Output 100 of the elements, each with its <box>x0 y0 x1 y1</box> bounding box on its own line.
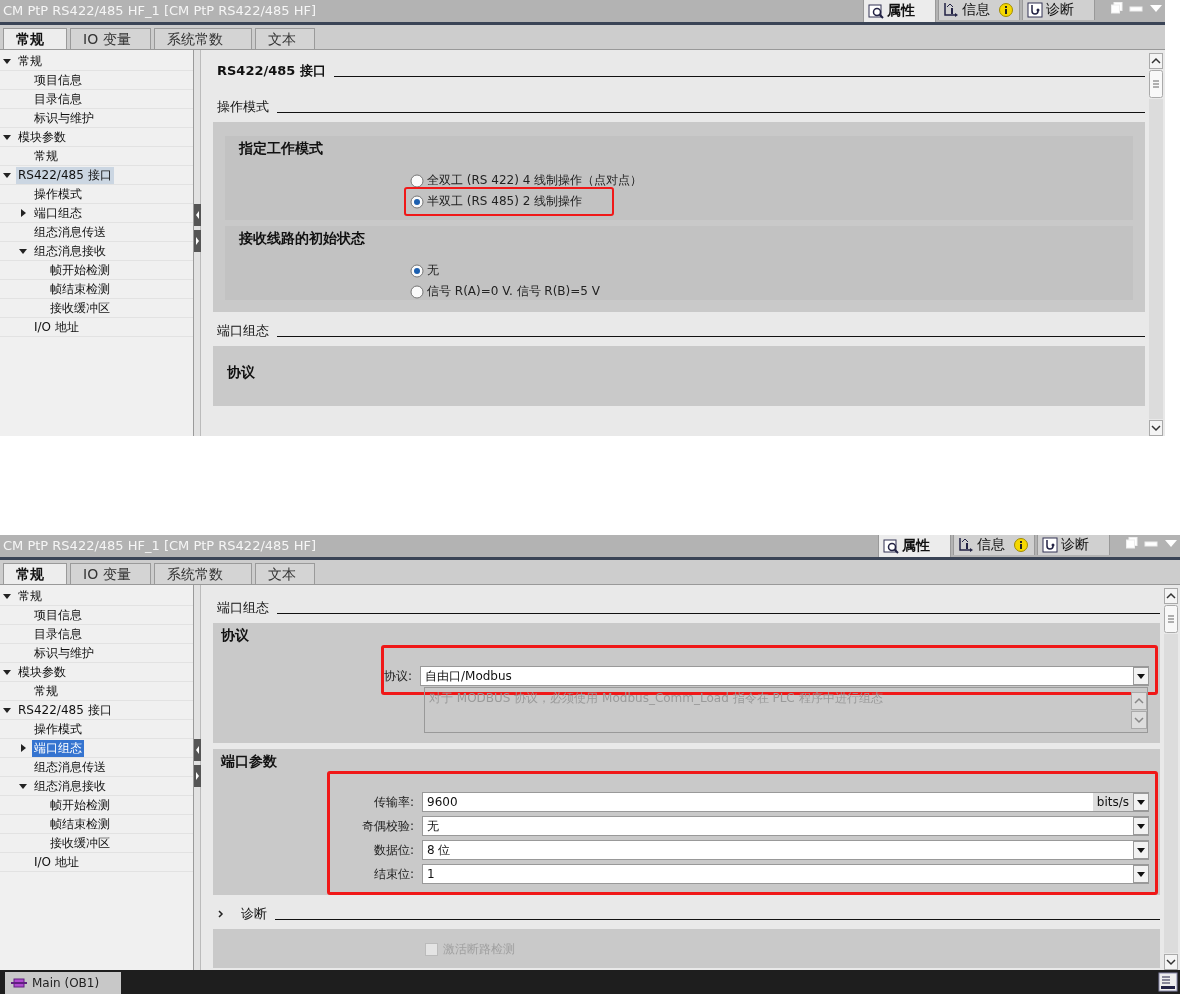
section-title: 端口组态 <box>217 322 269 340</box>
arrows-icon <box>958 537 974 553</box>
dropdown-button[interactable] <box>1133 817 1149 835</box>
dropdown-button[interactable] <box>1133 793 1149 811</box>
field-label: 协议: <box>384 667 412 685</box>
collapse-icon[interactable] <box>2 170 12 180</box>
tree-item[interactable]: I/O 地址 <box>32 853 81 871</box>
group-title: 接收线路的初始状态 <box>239 230 366 248</box>
tree-item[interactable]: 标识与维护 <box>32 109 96 127</box>
scroll-up-button[interactable] <box>1164 588 1178 604</box>
dropdown-button[interactable] <box>1133 865 1149 883</box>
taskbar-item[interactable]: Main (OB1) <box>5 972 121 994</box>
tree-item[interactable]: 组态消息接收 <box>32 242 108 260</box>
tab[interactable]: 文本 <box>255 28 315 49</box>
tree-item[interactable]: 常规 <box>32 682 60 700</box>
scroll-thumb[interactable] <box>1149 70 1163 98</box>
tab[interactable]: 常规 <box>3 563 67 584</box>
collapse-icon[interactable] <box>2 132 12 142</box>
tree-item[interactable]: 帧开始检测 <box>48 796 112 814</box>
magnifier-icon <box>868 3 884 19</box>
dropdown-field[interactable]: 自由口/Modbus <box>420 666 1149 686</box>
tree-item[interactable]: 帧开始检测 <box>48 261 112 279</box>
tree-item[interactable]: 项目信息 <box>32 606 84 624</box>
section-title: 端口组态 <box>217 599 269 617</box>
radio-icon[interactable] <box>410 263 424 278</box>
tab[interactable]: 系统常数 <box>154 28 252 49</box>
tree-item[interactable]: 接收缓冲区 <box>48 834 112 852</box>
tree-item[interactable]: 端口组态 <box>32 204 84 222</box>
expand-icon[interactable] <box>18 743 28 753</box>
view-tab[interactable]: 属性 <box>878 535 951 557</box>
tree-item[interactable]: 常规 <box>16 52 44 70</box>
tree-item[interactable]: 模块参数 <box>16 663 68 681</box>
tree-item[interactable]: 组态消息传送 <box>32 223 108 241</box>
collapse-icon[interactable] <box>18 246 28 256</box>
splitter-bar[interactable] <box>193 585 201 970</box>
tree-item[interactable]: 模块参数 <box>16 128 68 146</box>
tree-item[interactable]: 帧结束检测 <box>48 815 112 833</box>
collapse-icon[interactable] <box>18 781 28 791</box>
radio-icon[interactable] <box>410 284 424 299</box>
tab[interactable]: 系统常数 <box>154 563 252 584</box>
tree-item[interactable]: RS422/485 接口 <box>16 166 114 184</box>
panel-toggle-icon[interactable] <box>1158 972 1178 992</box>
radio-icon[interactable] <box>410 173 424 188</box>
collapse-left-icon[interactable] <box>193 204 201 226</box>
group-title: 指定工作模式 <box>239 140 324 158</box>
scroll-down-button[interactable] <box>1149 420 1163 436</box>
expand-icon[interactable] <box>18 208 28 218</box>
radio-icon[interactable] <box>410 194 424 209</box>
collapse-icon[interactable] <box>2 591 12 601</box>
tree-item[interactable]: 帧结束检测 <box>48 280 112 298</box>
view-tab[interactable]: 信息 <box>938 0 1020 20</box>
view-tab[interactable]: 信息 <box>953 535 1035 555</box>
scrollbar[interactable] <box>1164 585 1180 970</box>
view-tab[interactable]: 诊断 <box>1037 535 1110 555</box>
dropdown-field[interactable]: 9600 bits/s <box>422 792 1149 812</box>
radio-button[interactable]: 信号 R(A)=0 V. 信号 R(B)=5 V <box>410 283 600 300</box>
dropdown-field[interactable]: 8 位 <box>422 840 1149 860</box>
scroll-up-button[interactable] <box>1149 53 1163 69</box>
splitter-bar[interactable] <box>193 50 201 436</box>
tree-item[interactable]: 端口组态 <box>32 739 84 757</box>
radio-button[interactable]: 半双工 (RS 485) 2 线制操作 <box>410 193 583 210</box>
scroll-thumb[interactable] <box>1164 605 1178 633</box>
tab[interactable]: IO 变量 <box>70 28 151 49</box>
tab[interactable]: 文本 <box>255 563 315 584</box>
tree-item[interactable]: 常规 <box>16 587 44 605</box>
magnifier-icon <box>883 538 899 554</box>
field-label: 奇偶校验: <box>360 817 414 835</box>
tree-item[interactable]: 常规 <box>32 147 60 165</box>
tree-item[interactable]: 操作模式 <box>32 185 84 203</box>
tab[interactable]: 常规 <box>3 28 67 49</box>
expand-right-icon[interactable] <box>193 230 201 252</box>
tree-item[interactable]: 目录信息 <box>32 90 84 108</box>
tree-item[interactable]: 目录信息 <box>32 625 84 643</box>
scrollbar[interactable] <box>1149 50 1165 436</box>
dropdown-button[interactable] <box>1133 667 1149 685</box>
dropdown-field[interactable]: 1 <box>422 864 1149 884</box>
radio-button[interactable]: 无 <box>410 262 439 279</box>
chevron-icon[interactable] <box>217 909 225 919</box>
radio-button[interactable]: 全双工 (RS 422) 4 线制操作（点对点） <box>410 172 643 189</box>
group-title: 协议 <box>221 627 250 645</box>
collapse-icon[interactable] <box>2 705 12 715</box>
tree-item[interactable]: 组态消息传送 <box>32 758 108 776</box>
collapse-icon[interactable] <box>2 667 12 677</box>
tree-item[interactable]: 标识与维护 <box>32 644 96 662</box>
tab[interactable]: IO 变量 <box>70 563 151 584</box>
collapse-icon[interactable] <box>2 56 12 66</box>
block-icon <box>11 977 27 989</box>
scroll-down-button[interactable] <box>1164 954 1178 970</box>
tree-item[interactable]: 接收缓冲区 <box>48 299 112 317</box>
expand-right-icon[interactable] <box>193 764 201 787</box>
tree-item[interactable]: RS422/485 接口 <box>16 701 114 719</box>
tree-item[interactable]: I/O 地址 <box>32 318 81 336</box>
view-tab[interactable]: 诊断 <box>1022 0 1095 20</box>
tree-item[interactable]: 操作模式 <box>32 720 84 738</box>
tree-item[interactable]: 组态消息接收 <box>32 777 108 795</box>
collapse-left-icon[interactable] <box>193 738 201 761</box>
dropdown-button[interactable] <box>1133 841 1149 859</box>
tree-item[interactable]: 项目信息 <box>32 71 84 89</box>
dropdown-field[interactable]: 无 <box>422 816 1149 836</box>
view-tab[interactable]: 属性 <box>863 0 936 22</box>
